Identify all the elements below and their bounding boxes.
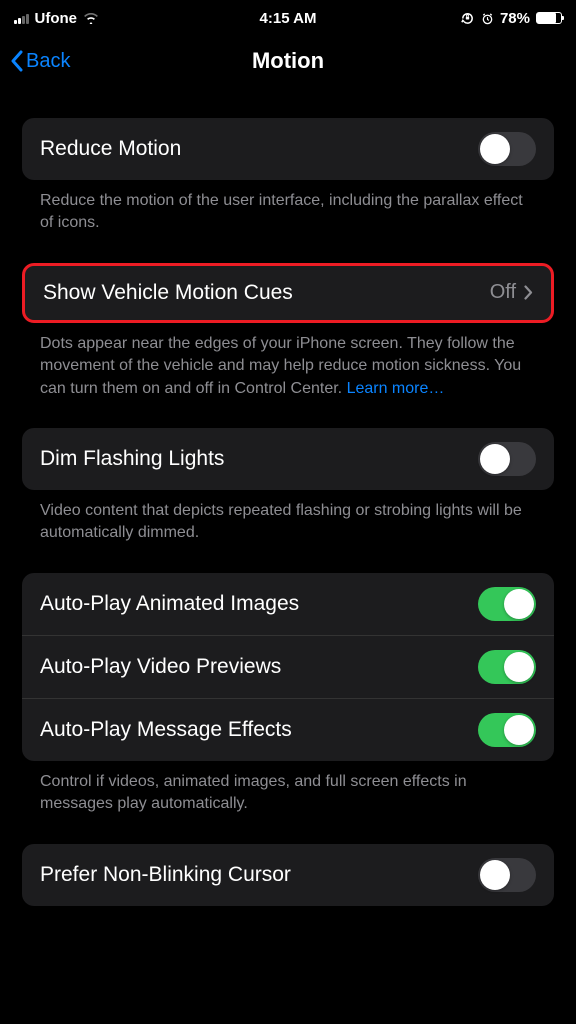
toggle-dim-flashing[interactable] xyxy=(478,442,536,476)
group-reduce-motion: Reduce Motion Reduce the motion of the u… xyxy=(22,118,554,235)
chevron-left-icon xyxy=(10,50,24,72)
cell-label: Auto-Play Animated Images xyxy=(40,592,299,616)
toggle-autoplay-images[interactable] xyxy=(478,587,536,621)
group-dim-flashing: Dim Flashing Lights Video content that d… xyxy=(22,428,554,545)
battery-percent: 78% xyxy=(500,10,530,27)
carrier-label: Ufone xyxy=(35,10,78,27)
chevron-right-icon xyxy=(524,285,533,300)
cell-dim-flashing-lights[interactable]: Dim Flashing Lights xyxy=(22,428,554,490)
back-button[interactable]: Back xyxy=(10,50,70,73)
footer-text-pre: Dots appear near the edges of your iPhon… xyxy=(40,335,521,397)
footer-vehicle-cues: Dots appear near the edges of your iPhon… xyxy=(22,323,554,400)
cell-label: Reduce Motion xyxy=(40,137,181,161)
cell-autoplay-animated-images[interactable]: Auto-Play Animated Images xyxy=(22,573,554,635)
cell-vehicle-motion-cues[interactable]: Show Vehicle Motion Cues Off xyxy=(25,266,551,320)
toggle-non-blinking-cursor[interactable] xyxy=(478,858,536,892)
page-title: Motion xyxy=(252,48,324,74)
cell-label: Prefer Non-Blinking Cursor xyxy=(40,863,291,887)
battery-icon xyxy=(536,12,562,24)
status-time: 4:15 AM xyxy=(260,10,317,27)
cell-value: Off xyxy=(490,281,516,304)
navigation-bar: Back Motion xyxy=(0,36,576,86)
status-bar: Ufone 4:15 AM 78% xyxy=(0,0,576,36)
cell-reduce-motion[interactable]: Reduce Motion xyxy=(22,118,554,180)
cell-prefer-non-blinking-cursor[interactable]: Prefer Non-Blinking Cursor xyxy=(22,844,554,906)
group-autoplay: Auto-Play Animated Images Auto-Play Vide… xyxy=(22,573,554,816)
cell-label: Dim Flashing Lights xyxy=(40,447,224,471)
cell-autoplay-message-effects[interactable]: Auto-Play Message Effects xyxy=(22,698,554,761)
cellular-signal-icon xyxy=(14,12,29,24)
wifi-icon xyxy=(83,12,99,24)
back-label: Back xyxy=(26,50,70,73)
cell-label: Auto-Play Message Effects xyxy=(40,718,292,742)
toggle-autoplay-video[interactable] xyxy=(478,650,536,684)
footer-reduce-motion: Reduce the motion of the user interface,… xyxy=(22,180,554,235)
group-vehicle-cues: Show Vehicle Motion Cues Off Dots appear… xyxy=(22,263,554,400)
toggle-reduce-motion[interactable] xyxy=(478,132,536,166)
learn-more-link[interactable]: Learn more… xyxy=(347,380,445,397)
settings-content: Reduce Motion Reduce the motion of the u… xyxy=(0,86,576,906)
cell-autoplay-video-previews[interactable]: Auto-Play Video Previews xyxy=(22,635,554,698)
cell-label: Show Vehicle Motion Cues xyxy=(43,281,293,305)
toggle-autoplay-message[interactable] xyxy=(478,713,536,747)
group-cursor: Prefer Non-Blinking Cursor xyxy=(22,844,554,906)
alarm-icon xyxy=(481,12,494,25)
rotation-lock-icon xyxy=(460,11,475,26)
cell-label: Auto-Play Video Previews xyxy=(40,655,281,679)
footer-autoplay: Control if videos, animated images, and … xyxy=(22,761,554,816)
footer-dim-flashing: Video content that depicts repeated flas… xyxy=(22,490,554,545)
